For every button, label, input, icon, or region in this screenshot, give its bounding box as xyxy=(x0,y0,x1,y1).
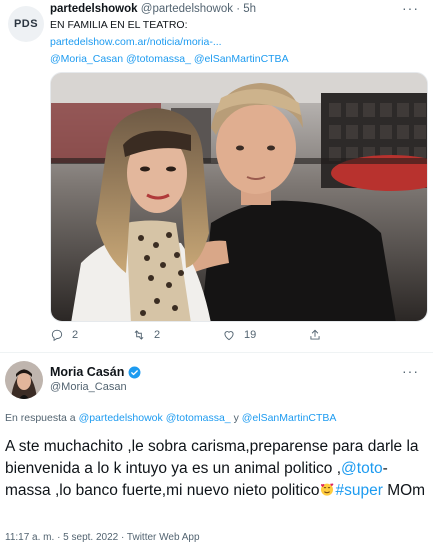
tweet-text-part3: MOm xyxy=(382,482,426,499)
verified-badge-icon xyxy=(128,366,141,379)
author-name-row: Moria Casán xyxy=(50,365,141,379)
retweet-icon xyxy=(134,330,144,340)
author-avatar[interactable] xyxy=(5,361,43,399)
share-action[interactable] xyxy=(308,328,322,342)
share-icon xyxy=(310,329,320,340)
retweet-count: 2 xyxy=(154,329,161,341)
divider xyxy=(0,352,433,353)
photo-illustration xyxy=(51,73,427,321)
tweet-photo[interactable] xyxy=(50,72,428,322)
like-count: 19 xyxy=(244,329,257,341)
reply-mention-elsanmartin[interactable]: @elSanMartinCTBA xyxy=(242,412,337,424)
author-display-name[interactable]: Moria Casán xyxy=(50,365,124,379)
quoted-tweet-mentions[interactable]: @Moria_Casan @totomassa_ @elSanMartinCTB… xyxy=(50,53,289,65)
tweet-text: A ste muchachito ,le sobra carisma,prepa… xyxy=(5,436,430,502)
tweet-more-icon[interactable]: ··· xyxy=(402,363,419,379)
reply-conjunction: y xyxy=(233,412,239,424)
quoted-tweet[interactable]: PDS partedelshowok @partedelshowok · 5h … xyxy=(0,0,433,350)
reply-prefix: En respuesta a xyxy=(5,412,76,424)
quoted-tweet-text: EN FAMILIA EN EL TEATRO: xyxy=(50,19,188,31)
author-handle[interactable]: @Moria_Casan xyxy=(50,381,127,393)
reply-icon xyxy=(51,329,63,342)
header-separator: · xyxy=(236,3,241,15)
quoted-tweet-actions: 2 2 19 xyxy=(50,328,420,348)
quoted-tweet-handle[interactable]: @partedelshowok xyxy=(141,3,233,15)
reply-count: 2 xyxy=(72,329,79,341)
like-action[interactable]: 19 xyxy=(222,328,256,342)
avatar-text: PDS xyxy=(13,18,39,30)
quoted-tweet-time[interactable]: 5h xyxy=(243,3,256,15)
reply-mention-partedelshowok[interactable]: @partedelshowok xyxy=(79,412,163,424)
retweet-action[interactable]: 2 xyxy=(132,328,160,342)
quoted-tweet-display-name[interactable]: partedelshowok xyxy=(50,3,138,15)
reply-action[interactable]: 2 xyxy=(50,328,78,342)
tweet-mention-toto[interactable]: @toto xyxy=(341,460,383,477)
quoted-tweet-more-icon[interactable]: ··· xyxy=(402,0,419,16)
avatar-image xyxy=(5,361,43,399)
quoted-tweet-header: partedelshowok @partedelshowok · 5h xyxy=(50,3,256,15)
heart-icon xyxy=(224,331,234,341)
smiling-face-with-hearts-icon xyxy=(319,481,335,497)
reply-context: En respuesta a @partedelshowok @totomass… xyxy=(5,412,336,424)
reply-mention-totomassa[interactable]: @totomassa_ xyxy=(166,412,231,424)
quoted-tweet-link[interactable]: partedelshow.com.ar/noticia/moria-... xyxy=(50,36,222,48)
quoted-tweet-avatar[interactable]: PDS xyxy=(8,6,44,42)
tweet-timestamp[interactable]: 11:17 a. m. · 5 sept. 2022 · Twitter Web… xyxy=(5,532,200,543)
tweet-hashtag-super[interactable]: #super xyxy=(335,482,382,499)
